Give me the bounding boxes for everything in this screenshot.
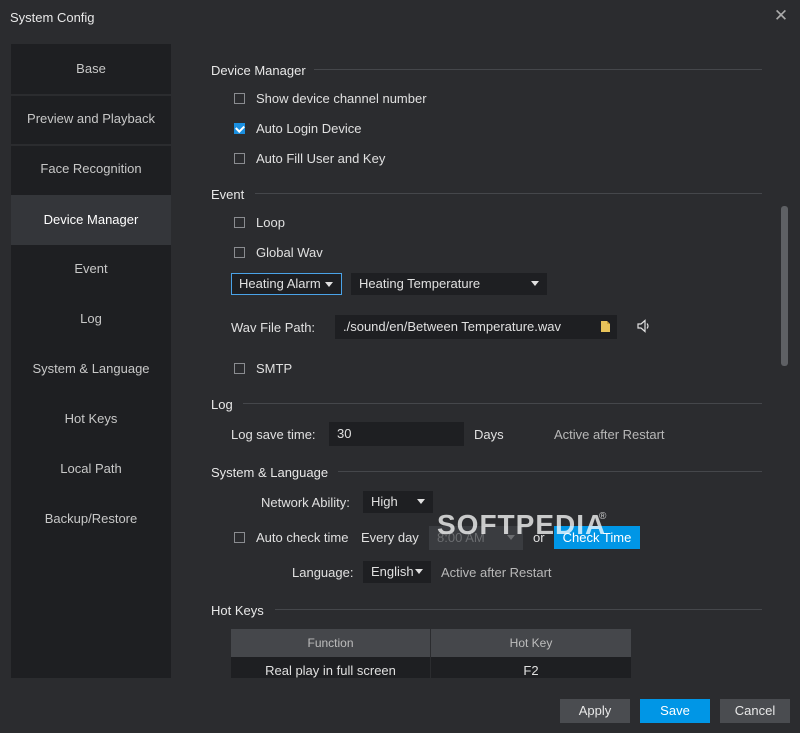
- global-wav-label: Global Wav: [256, 244, 323, 260]
- cancel-button[interactable]: Cancel: [720, 699, 790, 723]
- alarm-type-value: Heating Alarm: [239, 276, 321, 291]
- settings-content: Device Manager Show device channel numbe…: [171, 44, 789, 678]
- smtp-option[interactable]: SMTP: [234, 359, 292, 377]
- network-ability-value: High: [371, 494, 398, 509]
- chevron-down-icon: [531, 281, 539, 286]
- smtp-label: SMTP: [256, 360, 293, 376]
- table-cell-hot-key[interactable]: F2: [431, 657, 631, 678]
- auto-check-time-label: Auto check time: [256, 529, 349, 545]
- title-bar: System Config ✕: [0, 0, 800, 34]
- window-title: System Config: [10, 10, 95, 25]
- save-button[interactable]: Save: [640, 699, 710, 723]
- language-label: Language:: [292, 565, 354, 580]
- language-value: English: [371, 564, 414, 579]
- auto-fill-option[interactable]: Auto Fill User and Key: [234, 149, 385, 167]
- log-save-time-input[interactable]: 30: [329, 422, 464, 446]
- section-divider: [338, 471, 762, 472]
- folder-icon[interactable]: [600, 320, 611, 333]
- loop-option[interactable]: Loop: [234, 213, 285, 231]
- table-cell-function[interactable]: Real play in full screen: [231, 657, 430, 678]
- section-title-hot-keys: Hot Keys: [211, 603, 264, 618]
- auto-fill-label: Auto Fill User and Key: [256, 150, 386, 166]
- auto-check-time-checkbox[interactable]: [234, 531, 245, 543]
- sidebar: Base Preview and Playback Face Recogniti…: [11, 44, 171, 678]
- section-title-system-language: System & Language: [211, 465, 329, 480]
- log-restart-note: Active after Restart: [554, 427, 665, 442]
- apply-button[interactable]: Apply: [560, 699, 630, 723]
- sidebar-item-system-language[interactable]: System & Language: [11, 345, 171, 393]
- auto-login-checkbox[interactable]: [234, 122, 245, 134]
- global-wav-option[interactable]: Global Wav: [234, 243, 323, 261]
- log-save-time-label: Log save time:: [231, 427, 316, 442]
- log-days-label: Days: [474, 427, 504, 442]
- language-select[interactable]: English: [363, 561, 431, 583]
- sidebar-item-face-recognition[interactable]: Face Recognition: [11, 145, 171, 193]
- wav-path-label: Wav File Path:: [231, 320, 316, 335]
- wav-path-value: ./sound/en/Between Temperature.wav: [343, 319, 562, 334]
- dialog-footer: Apply Save Cancel: [0, 678, 800, 733]
- close-icon[interactable]: ✕: [772, 7, 790, 25]
- network-ability-label: Network Ability:: [261, 495, 350, 510]
- chevron-down-icon: [415, 569, 423, 574]
- section-divider: [255, 193, 762, 194]
- scrollbar-thumb[interactable]: [781, 206, 788, 366]
- chevron-down-icon: [417, 499, 425, 504]
- auto-check-time-option[interactable]: Auto check time: [234, 528, 349, 546]
- show-channel-number-option[interactable]: Show device channel number: [234, 89, 427, 107]
- wav-path-input[interactable]: ./sound/en/Between Temperature.wav: [335, 315, 617, 339]
- loop-checkbox[interactable]: [234, 216, 245, 228]
- show-channel-number-checkbox[interactable]: [234, 92, 245, 104]
- log-save-time-value: 30: [337, 426, 352, 441]
- loop-label: Loop: [256, 214, 285, 230]
- show-channel-number-label: Show device channel number: [256, 90, 427, 106]
- auto-login-label: Auto Login Device: [256, 120, 362, 136]
- section-divider: [314, 69, 762, 70]
- section-divider: [275, 609, 762, 610]
- chevron-down-icon: [325, 282, 333, 287]
- section-title-device-manager: Device Manager: [211, 63, 306, 78]
- global-wav-checkbox[interactable]: [234, 246, 245, 258]
- sidebar-item-base[interactable]: Base: [11, 45, 171, 93]
- alarm-subtype-value: Heating Temperature: [359, 276, 481, 291]
- sidebar-item-hot-keys[interactable]: Hot Keys: [11, 395, 171, 443]
- alarm-subtype-select[interactable]: Heating Temperature: [351, 273, 547, 295]
- alarm-type-select[interactable]: Heating Alarm: [231, 273, 342, 295]
- smtp-checkbox[interactable]: [234, 362, 245, 374]
- sidebar-item-backup-restore[interactable]: Backup/Restore: [11, 495, 171, 543]
- sidebar-item-device-manager[interactable]: Device Manager: [11, 195, 171, 245]
- network-ability-select[interactable]: High: [363, 491, 433, 513]
- watermark-registered-mark: ®: [599, 511, 607, 522]
- sidebar-item-local-path[interactable]: Local Path: [11, 445, 171, 493]
- speaker-icon[interactable]: [637, 319, 651, 333]
- auto-fill-checkbox[interactable]: [234, 152, 245, 164]
- section-title-event: Event: [211, 187, 245, 202]
- softpedia-watermark: SOFTPEDIA: [437, 509, 607, 540]
- language-restart-note: Active after Restart: [441, 565, 552, 580]
- sidebar-item-event[interactable]: Event: [11, 245, 171, 293]
- sidebar-item-log[interactable]: Log: [11, 295, 171, 343]
- every-day-label: Every day: [361, 530, 419, 545]
- sidebar-item-preview-playback[interactable]: Preview and Playback: [11, 95, 171, 143]
- column-header-function: Function: [231, 629, 430, 657]
- auto-login-option[interactable]: Auto Login Device: [234, 119, 362, 137]
- section-title-log: Log: [211, 397, 233, 412]
- section-divider: [243, 403, 762, 404]
- column-header-hot-key: Hot Key: [431, 629, 631, 657]
